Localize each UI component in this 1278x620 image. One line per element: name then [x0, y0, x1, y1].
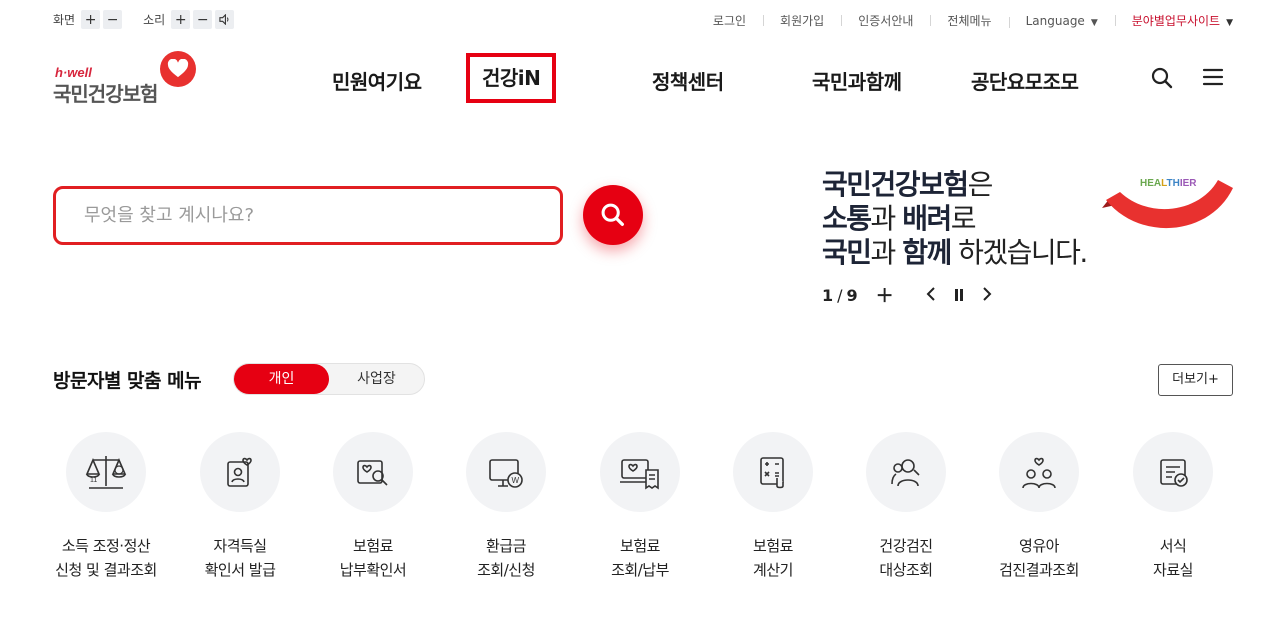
- caret-down-icon: ▼: [1090, 17, 1098, 28]
- menu-label: 대상조회: [879, 561, 933, 579]
- menu-income-adjust[interactable]: 11 소득 조정·정산 신청 및 결과조회: [41, 432, 171, 582]
- calculator-icon: [760, 457, 784, 489]
- search-box: [53, 186, 563, 245]
- menu-label: 자격득실: [213, 537, 267, 555]
- slogan-bold: 국민건강보험: [822, 168, 969, 201]
- gnb-about-nhis[interactable]: 공단요모조모: [971, 66, 1079, 95]
- visitor-menu-title: 방문자별 맞춤 메뉴: [53, 370, 202, 392]
- sound-up-button[interactable]: +: [171, 10, 191, 29]
- menu-label: 신청 및 결과조회: [55, 561, 157, 579]
- menu-label: 환급금: [486, 537, 526, 555]
- menu-label: 보험료: [353, 537, 393, 555]
- menu-label: 계산기: [753, 561, 793, 579]
- banner-slider-controls: 1 / 9 ＋: [822, 282, 992, 308]
- search-input[interactable]: [84, 205, 560, 226]
- menu-label: 조회/납부: [611, 561, 669, 579]
- gnb-policy-center[interactable]: 정책센터: [652, 66, 724, 95]
- menu-checkup-target[interactable]: 건강검진 대상조회: [841, 432, 971, 582]
- signup-link[interactable]: 회원가입: [763, 12, 841, 29]
- scale-icon: 11: [85, 456, 127, 489]
- document-search-icon: [357, 460, 388, 486]
- screen-zoom-out-button[interactable]: −: [103, 10, 123, 29]
- certificate-guide-link[interactable]: 인증서안내: [841, 12, 930, 29]
- sound-label: 소리: [143, 13, 166, 27]
- hamburger-menu-icon[interactable]: [1202, 66, 1224, 92]
- slide-current: 1: [822, 285, 834, 305]
- menu-label: 영유아: [1019, 537, 1059, 555]
- tab-business[interactable]: 사업장: [329, 364, 424, 394]
- slogan-text: 하겠습니다.: [950, 236, 1088, 269]
- gnb-civil-service[interactable]: 민원여기요: [332, 66, 422, 95]
- slogan-bold: 배려: [902, 202, 952, 235]
- heart-logo-icon: [160, 51, 196, 87]
- people-search-icon: [891, 459, 920, 487]
- family-heart-icon: [1022, 457, 1056, 489]
- svg-text:W: W: [512, 476, 520, 485]
- banner-word: HEALTHIER: [1140, 178, 1197, 189]
- all-menu-link[interactable]: 전체메뉴: [930, 12, 1008, 29]
- screen-size-label: 화면: [53, 13, 76, 27]
- menu-infant-checkup[interactable]: 영유아 검진결과조회: [974, 432, 1104, 582]
- more-button[interactable]: 더보기+: [1158, 364, 1233, 396]
- speaker-icon[interactable]: [215, 10, 235, 29]
- next-slide-icon[interactable]: [982, 285, 992, 306]
- menu-label: 확인서 발급: [204, 561, 276, 579]
- slogan-text: 과: [870, 202, 903, 235]
- menu-label: 보험료: [753, 537, 793, 555]
- language-label: Language: [1025, 13, 1085, 28]
- search-button[interactable]: [583, 185, 643, 245]
- visitor-type-toggle: 개인 사업장: [233, 363, 425, 395]
- search-icon[interactable]: [1150, 66, 1174, 94]
- menu-premium-payment-cert[interactable]: 보험료 납부확인서: [308, 432, 438, 582]
- menu-premium-inquiry[interactable]: 보험료 조회/납부: [575, 432, 705, 582]
- display-controls: 화면 + − 소리 + −: [53, 10, 237, 29]
- menu-eligibility-cert[interactable]: 자격득실 확인서 발급: [175, 432, 305, 582]
- utility-links: 로그인 회원가입 인증서안내 전체메뉴 Language ▼ 분야별업무사이트 ▼: [696, 12, 1233, 29]
- login-link[interactable]: 로그인: [696, 12, 763, 29]
- menu-refund[interactable]: W 환급금 조회/신청: [441, 432, 571, 582]
- menu-label: 검진결과조회: [999, 561, 1079, 579]
- prev-slide-icon[interactable]: [926, 285, 936, 306]
- menu-label: 자료실: [1153, 561, 1193, 579]
- id-card-heart-icon: [227, 457, 252, 487]
- menu-label: 조회/신청: [477, 561, 535, 579]
- gnb-health-in[interactable]: 건강iN: [466, 53, 557, 103]
- menu-label: 서식: [1159, 537, 1187, 555]
- healthier-banner-graphic: HEALTHIER: [1100, 170, 1235, 236]
- screen-zoom-in-button[interactable]: +: [81, 10, 101, 29]
- nhis-logo[interactable]: h·well 국민건강보험: [53, 50, 203, 106]
- slogan-text: 은: [967, 168, 994, 201]
- menu-forms-library[interactable]: 서식 자료실: [1108, 432, 1238, 582]
- computer-receipt-icon: [620, 459, 659, 490]
- slogan-bold: 국민: [822, 236, 872, 269]
- monitor-won-icon: W: [489, 459, 523, 488]
- menu-label: 납부확인서: [339, 561, 407, 579]
- menu-label: 소득 조정·정산: [61, 537, 151, 555]
- site-select[interactable]: 분야별업무사이트 ▼: [1114, 12, 1233, 29]
- gnb-with-people[interactable]: 국민과함께: [812, 66, 902, 95]
- tab-individual[interactable]: 개인: [234, 364, 329, 394]
- logo-name: 국민건강보험: [53, 82, 158, 106]
- caret-down-icon: ▼: [1226, 18, 1233, 28]
- site-select-label: 분야별업무사이트: [1131, 14, 1221, 28]
- sound-down-button[interactable]: −: [193, 10, 213, 29]
- slogan-text: 과: [870, 236, 903, 269]
- svg-text:11: 11: [90, 477, 97, 484]
- menu-label: 건강검진: [879, 537, 933, 555]
- slide-total: 9: [846, 285, 858, 305]
- slogan-text: 로: [950, 202, 977, 235]
- slogan-bold: 함께: [902, 236, 952, 269]
- slide-add-icon[interactable]: ＋: [876, 282, 894, 308]
- search-icon: [601, 203, 624, 226]
- pause-icon[interactable]: [954, 285, 964, 306]
- slogan-bold: 소통: [822, 202, 872, 235]
- slogan-text: 국민건강보험은 소통과 배려로 국민과 함께 하겠습니다.: [822, 168, 1088, 270]
- form-check-icon: [1160, 459, 1188, 487]
- menu-premium-calculator[interactable]: 보험료 계산기: [708, 432, 838, 582]
- menu-label: 보험료: [620, 537, 660, 555]
- language-select[interactable]: Language ▼: [1008, 13, 1115, 28]
